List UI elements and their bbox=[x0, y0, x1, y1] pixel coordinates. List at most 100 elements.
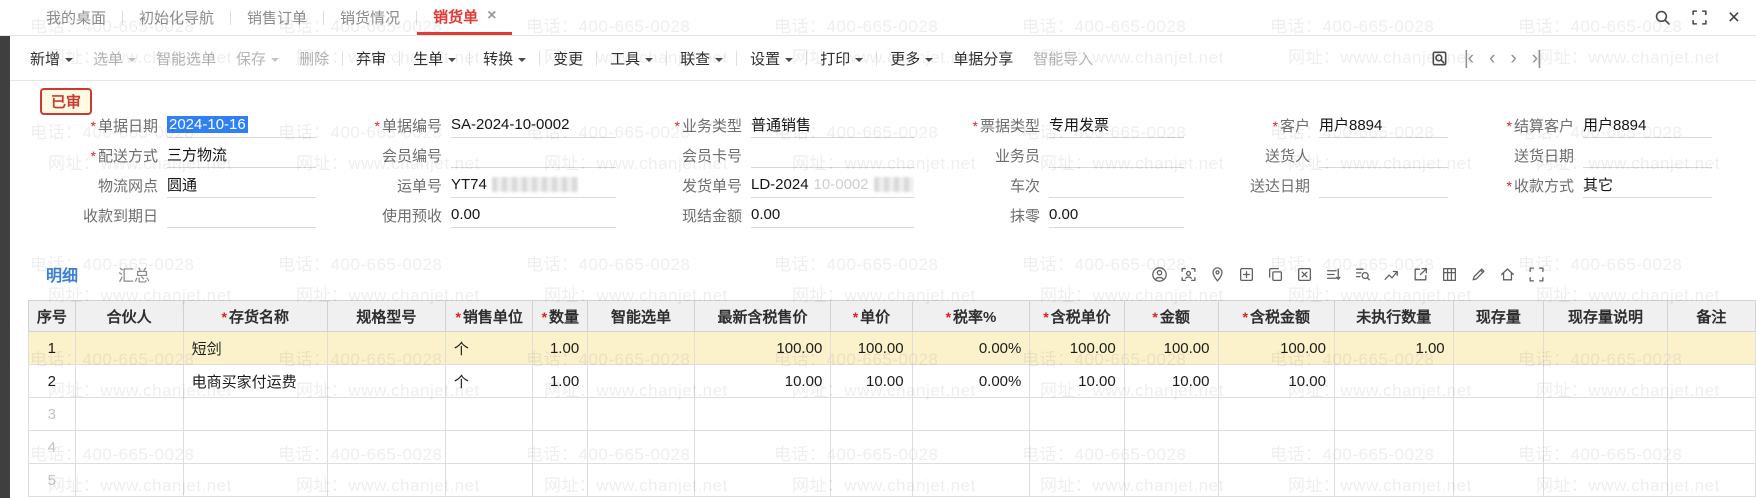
locate-row-icon[interactable] bbox=[1209, 266, 1226, 283]
fullscreen-icon[interactable] bbox=[1691, 9, 1708, 26]
field-tracking-no-input[interactable]: YT74 bbox=[451, 172, 616, 198]
cell-spec[interactable] bbox=[326, 463, 446, 497]
cell-latest_price[interactable]: 100.00 bbox=[693, 331, 832, 365]
toolbar-smart-select-button[interactable]: 智能选单 bbox=[156, 48, 216, 69]
cell-stock_desc[interactable] bbox=[1543, 397, 1668, 431]
cell-latest_price[interactable] bbox=[693, 463, 832, 497]
tab-init-nav[interactable]: 初始化导航 bbox=[123, 0, 230, 35]
field-delivery-method-input[interactable]: 三方物流 bbox=[167, 142, 316, 168]
field-salesman-input[interactable] bbox=[1049, 142, 1184, 168]
expand-table-icon[interactable] bbox=[1528, 266, 1545, 283]
cell-stock[interactable] bbox=[1452, 430, 1545, 464]
cell-stock[interactable] bbox=[1452, 397, 1545, 431]
cell-price[interactable]: 10.00 bbox=[830, 364, 913, 398]
cell-amount[interactable]: 10.00 bbox=[1123, 364, 1219, 398]
cell-unit[interactable]: 个 bbox=[444, 331, 534, 365]
cell-latest_price[interactable] bbox=[693, 430, 832, 464]
cell-smart[interactable] bbox=[587, 331, 695, 365]
cell-tax_amount[interactable] bbox=[1217, 430, 1335, 464]
field-cash-amount-input[interactable]: 0.00 bbox=[751, 202, 914, 228]
cell-latest_price[interactable] bbox=[693, 397, 832, 431]
cell-name[interactable] bbox=[182, 397, 328, 431]
cell-tax_amount[interactable]: 10.00 bbox=[1217, 364, 1335, 398]
cell-unit[interactable] bbox=[444, 397, 534, 431]
cell-spec[interactable] bbox=[326, 331, 446, 365]
field-customer-input[interactable]: 用户8894 bbox=[1319, 112, 1448, 138]
cell-stock_desc[interactable] bbox=[1543, 430, 1668, 464]
cell-note[interactable] bbox=[1666, 430, 1756, 464]
cell-note[interactable] bbox=[1666, 331, 1756, 365]
cell-tax_rate[interactable] bbox=[911, 397, 1031, 431]
field-rounding-input[interactable]: 0.00 bbox=[1049, 202, 1184, 228]
tab-sales-order[interactable]: 销售订单 bbox=[231, 0, 323, 35]
cell-seq[interactable]: 1 bbox=[28, 331, 76, 365]
last-record-icon[interactable]: ›| bbox=[1532, 49, 1542, 68]
search-icon[interactable] bbox=[1654, 9, 1671, 26]
cell-price[interactable]: 100.00 bbox=[830, 331, 913, 365]
toolbar-save-button[interactable]: 保存 bbox=[236, 48, 280, 69]
field-member-card-input[interactable] bbox=[751, 142, 914, 168]
cell-stock_desc[interactable] bbox=[1543, 463, 1668, 497]
insert-row-icon[interactable] bbox=[1238, 266, 1255, 283]
sort-icon[interactable] bbox=[1325, 266, 1342, 283]
toolbar-select-doc-button[interactable]: 选单 bbox=[93, 48, 137, 69]
cell-tax_amount[interactable] bbox=[1217, 397, 1335, 431]
cell-name[interactable] bbox=[182, 463, 328, 497]
cell-name[interactable]: 短剑 bbox=[182, 331, 328, 365]
cell-amount[interactable] bbox=[1123, 397, 1219, 431]
tab-desktop[interactable]: 我的桌面 bbox=[30, 0, 122, 35]
cell-stock[interactable] bbox=[1452, 331, 1545, 365]
delete-row-icon[interactable] bbox=[1296, 266, 1313, 283]
toolbar-settings-button[interactable]: 设置 bbox=[750, 48, 794, 69]
cell-amount[interactable] bbox=[1123, 463, 1219, 497]
cell-amount[interactable] bbox=[1123, 430, 1219, 464]
detail-tab-detail[interactable]: 明细 bbox=[46, 262, 78, 286]
next-record-icon[interactable]: › bbox=[1510, 49, 1516, 68]
cell-name[interactable]: 电商买家付运费 bbox=[182, 364, 328, 398]
cell-spec[interactable] bbox=[326, 430, 446, 464]
toolbar-share-doc-button[interactable]: 单据分享 bbox=[953, 48, 1013, 69]
field-doc-date-input[interactable]: 2024-10-16 bbox=[167, 112, 316, 138]
field-shipment-no-input[interactable]: LD-2024 10-0002 bbox=[751, 172, 914, 198]
cell-seq[interactable]: 2 bbox=[28, 364, 76, 398]
cell-price[interactable] bbox=[830, 397, 913, 431]
doc-search-icon[interactable] bbox=[1431, 50, 1448, 67]
cell-spec[interactable] bbox=[326, 397, 446, 431]
cell-stock[interactable] bbox=[1452, 463, 1545, 497]
cell-seq[interactable]: 5 bbox=[28, 463, 76, 497]
cell-partner[interactable] bbox=[74, 463, 184, 497]
cell-price[interactable] bbox=[830, 430, 913, 464]
cell-tax_price[interactable] bbox=[1029, 430, 1125, 464]
tab-sales-status[interactable]: 销货情况 bbox=[324, 0, 416, 35]
cell-price[interactable] bbox=[830, 463, 913, 497]
tab-sales-delivery[interactable]: 销货单 × bbox=[417, 0, 513, 35]
first-record-icon[interactable]: |‹ bbox=[1464, 49, 1474, 68]
field-deliverer-input[interactable] bbox=[1319, 142, 1448, 168]
cell-qty[interactable]: 1.00 bbox=[532, 331, 589, 365]
toolbar-unapprove-button[interactable]: 弃审 bbox=[356, 48, 386, 69]
field-due-date-input[interactable] bbox=[167, 202, 316, 228]
cell-tax_amount[interactable] bbox=[1217, 463, 1335, 497]
cell-smart[interactable] bbox=[587, 364, 695, 398]
cell-amount[interactable]: 100.00 bbox=[1123, 331, 1219, 365]
field-member-no-input[interactable] bbox=[451, 142, 616, 168]
toolbar-more-button[interactable]: 更多 bbox=[890, 48, 934, 69]
cell-seq[interactable]: 3 bbox=[28, 397, 76, 431]
field-biz-type-input[interactable]: 普通销售 bbox=[751, 112, 914, 138]
cell-partner[interactable] bbox=[74, 430, 184, 464]
edit-icon[interactable] bbox=[1470, 266, 1487, 283]
cell-smart[interactable] bbox=[587, 397, 695, 431]
cell-stock_desc[interactable] bbox=[1543, 364, 1668, 398]
member-icon[interactable] bbox=[1151, 266, 1168, 283]
toolbar-generate-doc-button[interactable]: 生单 bbox=[413, 48, 457, 69]
toolbar-link-query-button[interactable]: 联查 bbox=[680, 48, 724, 69]
cell-note[interactable] bbox=[1666, 397, 1756, 431]
field-doc-no-input[interactable]: SA-2024-10-0002 bbox=[451, 112, 616, 138]
toolbar-convert-button[interactable]: 转换 bbox=[483, 48, 527, 69]
field-invoice-type-input[interactable]: 专用发票 bbox=[1049, 112, 1184, 138]
cell-name[interactable] bbox=[182, 430, 328, 464]
cell-tax_price[interactable]: 100.00 bbox=[1029, 331, 1125, 365]
cell-partner[interactable] bbox=[74, 364, 184, 398]
cell-tax_rate[interactable]: 0.00% bbox=[911, 331, 1031, 365]
prev-record-icon[interactable]: ‹ bbox=[1489, 49, 1495, 68]
